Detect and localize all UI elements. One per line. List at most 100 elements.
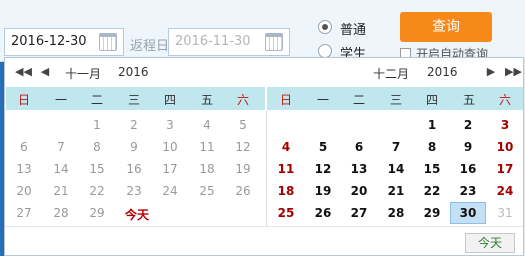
- calendar-day[interactable]: 2: [450, 114, 486, 136]
- weekday-label: 二: [352, 93, 365, 107]
- calendar-day[interactable]: 8: [79, 136, 115, 158]
- calendar-day[interactable]: 3: [487, 114, 523, 136]
- date-picker-popup: ◀◀ ◀ 十一月 2016 十二月 2016 ▶ ▶▶ 日 一 二 三 四 五 …: [4, 57, 524, 256]
- calendar-day[interactable]: 26: [225, 180, 261, 202]
- calendar-day[interactable]: 31: [487, 202, 523, 224]
- calendar-day[interactable]: 20: [6, 180, 42, 202]
- calendar-day[interactable]: 24: [487, 180, 523, 202]
- calendar-day[interactable]: 16: [450, 158, 486, 180]
- prev-month-icon[interactable]: ◀: [39, 65, 51, 79]
- weekday-label: 五: [200, 93, 213, 107]
- right-year-label: 2016: [427, 65, 458, 79]
- left-year-label: 2016: [118, 65, 149, 79]
- calendar-day[interactable]: 25: [268, 202, 304, 224]
- calendar-day[interactable]: 29: [414, 202, 450, 224]
- calendar-day[interactable]: 2: [116, 114, 152, 136]
- calendar-day[interactable]: 7: [43, 136, 79, 158]
- query-button[interactable]: 查询: [400, 12, 492, 42]
- radio-student[interactable]: [318, 44, 332, 58]
- right-weekday-row: 日 一 二 三 四 五 六: [267, 87, 523, 110]
- calendar-day[interactable]: 18: [189, 158, 225, 180]
- calendar-day[interactable]: 12: [225, 136, 261, 158]
- weekday-label: 日: [17, 93, 30, 107]
- next-year-icon[interactable]: ▶▶: [505, 65, 522, 79]
- weekday-label: 二: [90, 93, 103, 107]
- today-button[interactable]: 今天: [465, 233, 515, 253]
- calendar-day[interactable]: 24: [152, 180, 188, 202]
- calendar-day[interactable]: 10: [152, 136, 188, 158]
- weekday-label: 三: [127, 93, 140, 107]
- calendar-day[interactable]: 20: [341, 180, 377, 202]
- calendar-day[interactable]: 8: [414, 136, 450, 158]
- return-date-value: 2016-11-30: [175, 34, 251, 49]
- weekday-label: 一: [54, 93, 67, 107]
- calendar-day[interactable]: 5: [305, 136, 341, 158]
- left-month-header: ◀◀ ◀ 十一月 2016: [5, 58, 267, 86]
- calendar-day[interactable]: 9: [116, 136, 152, 158]
- calendar-divider: [266, 110, 267, 226]
- calendar-day[interactable]: 6: [341, 136, 377, 158]
- calendar-day[interactable]: 22: [414, 180, 450, 202]
- calendar-day[interactable]: 12: [305, 158, 341, 180]
- calendar-day[interactable]: 13: [341, 158, 377, 180]
- next-month-icon[interactable]: ▶: [485, 65, 497, 79]
- right-month-header: 十二月 2016 ▶ ▶▶: [267, 58, 525, 86]
- calendar-day[interactable]: 16: [116, 158, 152, 180]
- left-weekday-row: 日 一 二 三 四 五 六: [6, 87, 265, 110]
- booking-screen: 2016-12-30 返程日 2016-11-30 普通 学生 查询 开启自动查…: [0, 0, 525, 256]
- left-month-label: 十一月: [65, 67, 102, 81]
- weekday-label: 日: [279, 93, 292, 107]
- calendar-day[interactable]: 21: [378, 180, 414, 202]
- calendar-day-selected[interactable]: 30: [450, 202, 486, 224]
- today-link[interactable]: 今天: [117, 204, 157, 226]
- depart-date-field[interactable]: 2016-12-30: [4, 28, 124, 56]
- calendar-day[interactable]: 28: [43, 202, 79, 224]
- weekday-label: 五: [462, 93, 475, 107]
- calendar-day[interactable]: 5: [225, 114, 261, 136]
- prev-year-icon[interactable]: ◀◀: [15, 65, 32, 79]
- calendar-day[interactable]: 3: [152, 114, 188, 136]
- calendar-day[interactable]: 15: [79, 158, 115, 180]
- calendar-day[interactable]: 17: [487, 158, 523, 180]
- return-date-field[interactable]: 2016-11-30: [168, 28, 290, 56]
- calendar-day[interactable]: 4: [189, 114, 225, 136]
- calendar-day[interactable]: 28: [378, 202, 414, 224]
- calendar-day[interactable]: 21: [43, 180, 79, 202]
- calendar-day[interactable]: 23: [450, 180, 486, 202]
- radio-normal[interactable]: [318, 20, 332, 34]
- calendar-day[interactable]: 13: [6, 158, 42, 180]
- calendar-day[interactable]: 17: [152, 158, 188, 180]
- calendar-day[interactable]: 1: [79, 114, 115, 136]
- calendar-day[interactable]: 27: [6, 202, 42, 224]
- calendar-day[interactable]: 19: [305, 180, 341, 202]
- depart-date-value: 2016-12-30: [11, 34, 87, 49]
- calendar-day[interactable]: 27: [341, 202, 377, 224]
- weekday-label: 一: [316, 93, 329, 107]
- calendar-day[interactable]: 19: [225, 158, 261, 180]
- calendar-day[interactable]: 1: [414, 114, 450, 136]
- calendar-icon[interactable]: [265, 33, 283, 51]
- calendar-day[interactable]: 11: [189, 136, 225, 158]
- weekday-label: 四: [425, 93, 438, 107]
- search-form: 2016-12-30 返程日 2016-11-30 普通 学生 查询 开启自动查…: [0, 0, 525, 62]
- calendar-day[interactable]: 6: [6, 136, 42, 158]
- return-date-label: 返程日: [130, 39, 170, 54]
- weekday-label: 六: [498, 93, 511, 107]
- calendar-day[interactable]: 26: [305, 202, 341, 224]
- calendar-day[interactable]: 29: [79, 202, 115, 224]
- right-month-label: 十二月: [373, 67, 410, 81]
- calendar-day[interactable]: 7: [378, 136, 414, 158]
- calendar-day[interactable]: 25: [189, 180, 225, 202]
- calendar-icon[interactable]: [99, 33, 117, 51]
- calendar-day[interactable]: 9: [450, 136, 486, 158]
- calendar-day[interactable]: 11: [268, 158, 304, 180]
- calendar-day[interactable]: 4: [268, 136, 304, 158]
- calendar-day[interactable]: 18: [268, 180, 304, 202]
- calendar-day[interactable]: 15: [414, 158, 450, 180]
- calendar-day[interactable]: 10: [487, 136, 523, 158]
- picker-footer: 今天: [5, 226, 523, 255]
- calendar-day[interactable]: 23: [116, 180, 152, 202]
- calendar-day[interactable]: 14: [43, 158, 79, 180]
- calendar-day[interactable]: 14: [378, 158, 414, 180]
- calendar-day[interactable]: 22: [79, 180, 115, 202]
